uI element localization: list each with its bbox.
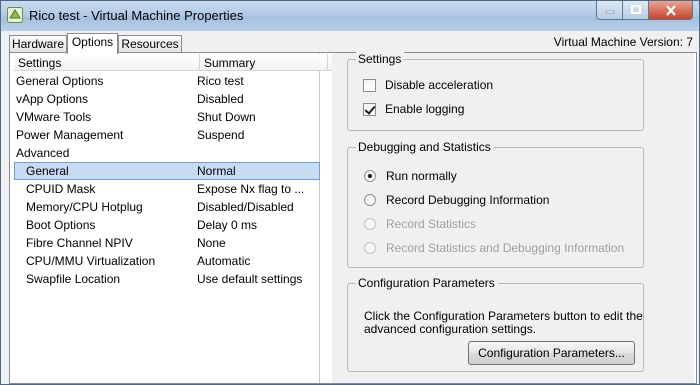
run-normally-label: Run normally (386, 169, 457, 183)
row-setting: CPU/MMU Virtualization (26, 254, 156, 268)
row-summary: Disabled (197, 92, 244, 106)
row-setting: Power Management (16, 128, 124, 142)
close-button[interactable] (649, 1, 693, 20)
row-summary: Delay 0 ms (197, 218, 258, 232)
run-normally-radio[interactable] (364, 170, 376, 182)
enable-logging-option[interactable]: Enable logging (363, 102, 464, 116)
record-debugging-option[interactable]: Record Debugging Information (364, 193, 549, 207)
tab-hardware[interactable]: Hardware (9, 35, 67, 53)
list-row-vmware-tools[interactable]: VMware Tools Shut Down (14, 108, 320, 126)
record-statistics-debugging-option: Record Statistics and Debugging Informat… (364, 241, 624, 255)
enable-logging-checkbox[interactable] (363, 102, 376, 116)
row-setting: CPUID Mask (26, 182, 96, 196)
row-setting: Memory/CPU Hotplug (26, 200, 143, 214)
configuration-group-title: Configuration Parameters (356, 276, 498, 290)
settings-column-header[interactable]: Settings (14, 54, 200, 70)
list-row-advanced[interactable]: Advanced (14, 144, 320, 162)
row-summary: Use default settings (197, 272, 303, 286)
close-icon (665, 4, 676, 16)
record-statistics-radio (364, 218, 376, 230)
list-row-cpu-mmu-virtualization[interactable]: CPU/MMU Virtualization Automatic (14, 252, 320, 270)
tab-options[interactable]: Options (67, 33, 118, 54)
row-setting: Swapfile Location (26, 272, 121, 286)
row-summary: Disabled/Disabled (197, 200, 294, 214)
row-setting: General (26, 164, 69, 178)
row-summary: None (197, 236, 226, 250)
row-summary: Expose Nx flag to ... (197, 182, 305, 196)
record-statistics-label: Record Statistics (386, 217, 477, 231)
configuration-parameters-group: Configuration Parameters Click the Confi… (347, 276, 644, 372)
enable-logging-label: Enable logging (385, 102, 465, 116)
window-title: Rico test - Virtual Machine Properties (29, 8, 244, 23)
row-summary: Suspend (197, 128, 245, 142)
list-row-swapfile-location[interactable]: Swapfile Location Use default settings (14, 270, 320, 288)
debugging-statistics-group: Debugging and Statistics Run normally Re… (347, 140, 644, 268)
list-row-memory-cpu-hotplug[interactable]: Memory/CPU Hotplug Disabled/Disabled (14, 198, 320, 216)
row-setting: vApp Options (16, 92, 89, 106)
row-summary: Shut Down (197, 110, 256, 124)
disable-acceleration-option[interactable]: Disable acceleration (363, 78, 493, 92)
list-row-fibre-channel-npiv[interactable]: Fibre Channel NPIV None (14, 234, 320, 252)
list-row-general[interactable]: General Normal (14, 162, 320, 180)
debugging-group-title: Debugging and Statistics (356, 140, 494, 154)
record-statistics-debugging-label: Record Statistics and Debugging Informat… (386, 241, 625, 255)
settings-rows: General Options Rico test vApp Options Dis… (14, 72, 320, 288)
summary-column-header[interactable]: Summary (200, 54, 328, 70)
settings-list: Settings Summary General Options Rico tes… (14, 53, 334, 383)
record-statistics-option: Record Statistics (364, 217, 476, 231)
row-summary: Normal (197, 164, 236, 178)
dialog-client-area: Hardware Options Resources Virtual Machi… (5, 31, 697, 384)
configuration-parameters-button[interactable]: Configuration Parameters... (468, 341, 635, 365)
run-normally-option[interactable]: Run normally (364, 169, 457, 183)
row-setting: Advanced (16, 146, 70, 160)
window-controls (596, 1, 693, 22)
row-setting: Boot Options (26, 218, 96, 232)
disable-acceleration-label: Disable acceleration (385, 78, 494, 92)
row-summary: Automatic (197, 254, 251, 268)
row-summary: Rico test (197, 74, 244, 88)
record-debugging-label: Record Debugging Information (386, 193, 550, 207)
settings-group-title: Settings (356, 52, 405, 66)
list-row-boot-options[interactable]: Boot Options Delay 0 ms (14, 216, 320, 234)
vm-properties-window: Rico test - Virtual Machine Properties H… (0, 0, 700, 385)
list-row-cpuid-mask[interactable]: CPUID Mask Expose Nx flag to ... (14, 180, 320, 198)
minimize-button[interactable] (596, 1, 623, 20)
list-row-vapp-options[interactable]: vApp Options Disabled (14, 90, 320, 108)
row-setting: Fibre Channel NPIV (26, 236, 133, 250)
row-setting: General Options (16, 74, 104, 88)
configuration-description: Click the Configuration Parameters butto… (364, 309, 643, 336)
options-detail-panel: Settings Disable acceleration Enable log… (332, 52, 694, 383)
vm-version-label: Virtual Machine Version: 7 (553, 35, 693, 49)
disable-acceleration-checkbox[interactable] (363, 78, 376, 92)
list-header: Settings Summary (14, 54, 334, 71)
list-row-power-management[interactable]: Power Management Suspend (14, 126, 320, 144)
settings-group: Settings Disable acceleration Enable log… (347, 52, 644, 131)
title-bar[interactable]: Rico test - Virtual Machine Properties (1, 1, 699, 31)
minimize-icon (605, 10, 614, 14)
record-statistics-debugging-radio (364, 242, 376, 254)
options-tab-body: Settings Summary General Options Rico tes… (9, 52, 697, 384)
vsphere-app-icon (7, 7, 23, 23)
maximize-button[interactable] (623, 1, 649, 20)
tab-resources[interactable]: Resources (118, 35, 182, 53)
record-debugging-radio[interactable] (364, 194, 376, 206)
row-setting: VMware Tools (16, 110, 92, 124)
maximize-icon (630, 5, 641, 14)
list-row-general-options[interactable]: General Options Rico test (14, 72, 320, 90)
